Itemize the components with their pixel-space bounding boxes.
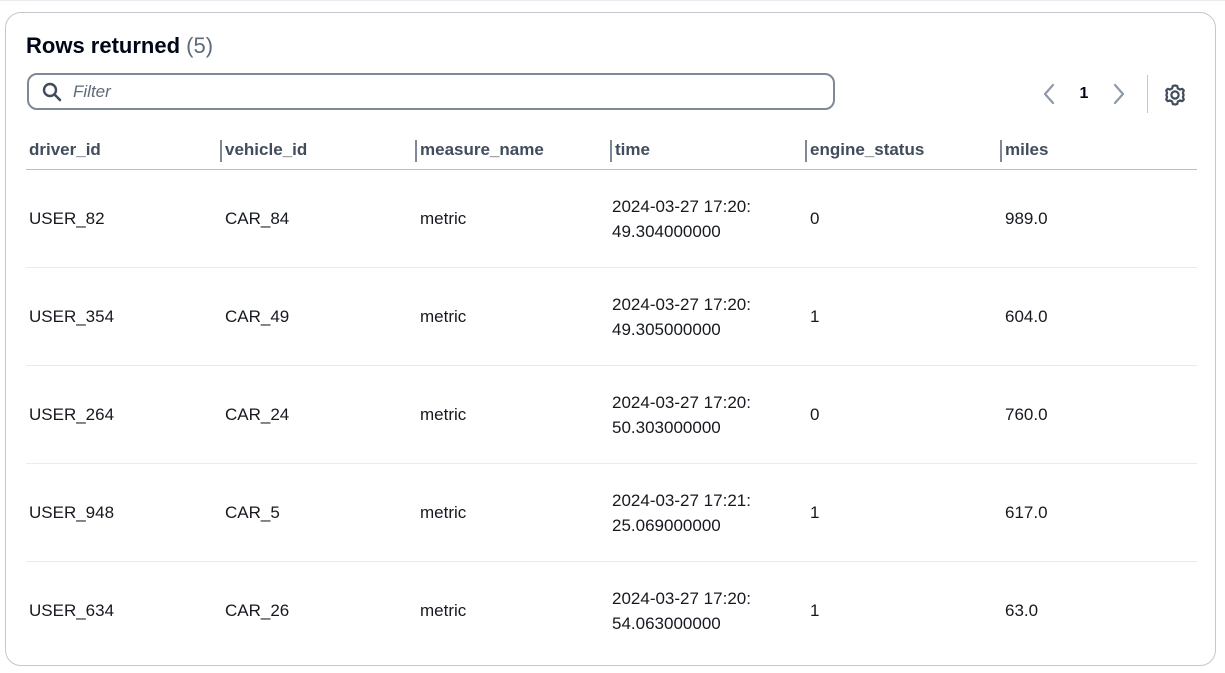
cell-time: 2024-03-27 17:20:49.305000000 (612, 267, 807, 366)
chevron-right-icon (1113, 83, 1125, 105)
column-header-engine-status[interactable]: engine_status (807, 131, 1002, 170)
table-row: USER_948 CAR_5 metric 2024-03-27 17:21:2… (26, 463, 1197, 562)
column-header-miles[interactable]: miles (1002, 131, 1197, 170)
page-number-button[interactable]: 1 (1062, 85, 1106, 103)
results-panel: Rows returned (5) 1 (5, 12, 1216, 666)
cell-engine-status: 1 (807, 463, 1002, 562)
filter-input[interactable] (73, 76, 833, 107)
cell-measure-name: metric (417, 365, 612, 464)
cell-measure-name: metric (420, 601, 467, 620)
cell-driver-id: USER_948 (26, 463, 222, 562)
cell-engine-status: 0 (807, 169, 1002, 268)
results-table: driver_id vehicle_id measure_name time e… (26, 131, 1197, 659)
cell-time: 2024-03-27 17:20:49.304000000 (612, 169, 807, 268)
cell-vehicle-id: CAR_84 (222, 169, 417, 268)
cell-vehicle-id: CAR_5 (222, 463, 417, 562)
row-count: (5) (186, 33, 214, 58)
cell-time: 2024-03-27 17:21:25.069000000 (612, 463, 807, 562)
table-row: USER_264 CAR_24 metric 2024-03-27 17:20:… (26, 365, 1197, 464)
preferences-button[interactable] (1162, 82, 1188, 108)
cell-driver-id: USER_634 (29, 601, 115, 620)
pager-divider (1147, 75, 1148, 113)
next-page-button[interactable] (1106, 81, 1132, 107)
gear-icon (1165, 84, 1185, 106)
cell-time: 2024-03-27 17:20:50.303000000 (612, 365, 807, 464)
cell-engine-status: 1 (807, 267, 1002, 366)
cell-miles: 604.0 (1002, 267, 1197, 366)
pagination: 1 (1036, 79, 1132, 109)
cell-measure-name: metric (417, 169, 612, 268)
cell-driver-id: USER_82 (26, 169, 222, 268)
cell-miles: 63.0 (1005, 601, 1039, 620)
cell-engine-status: 0 (807, 365, 1002, 464)
cell-driver-id: USER_264 (26, 365, 222, 464)
table-row: USER_634 CAR_26 metric 2024-03-27 17:20:… (26, 562, 1197, 660)
column-header-measure-name[interactable]: measure_name (417, 131, 612, 170)
cell-time: 2024-03-27 17:20:54.063000000 (612, 588, 751, 633)
table-row: USER_82 CAR_84 metric 2024-03-27 17:20:4… (26, 169, 1197, 268)
chevron-left-icon (1043, 83, 1055, 105)
column-header-time[interactable]: time (612, 131, 807, 170)
column-header-vehicle-id[interactable]: vehicle_id (222, 131, 417, 170)
filter-box[interactable] (27, 73, 835, 110)
cell-measure-name: metric (417, 267, 612, 366)
table-header-row: driver_id vehicle_id measure_name time e… (26, 131, 1197, 170)
cell-miles: 760.0 (1002, 365, 1197, 464)
cell-vehicle-id: CAR_26 (225, 601, 290, 620)
cell-vehicle-id: CAR_24 (222, 365, 417, 464)
cell-driver-id: USER_354 (26, 267, 222, 366)
panel-header: Rows returned (5) (26, 33, 213, 59)
cell-miles: 989.0 (1002, 169, 1197, 268)
panel-title: Rows returned (26, 33, 181, 58)
cell-miles: 617.0 (1002, 463, 1197, 562)
search-icon (41, 81, 63, 103)
top-border-line (0, 0, 1225, 1)
cell-engine-status: 1 (810, 601, 820, 620)
cell-measure-name: metric (417, 463, 612, 562)
cell-vehicle-id: CAR_49 (222, 267, 417, 366)
previous-page-button[interactable] (1036, 81, 1062, 107)
column-header-driver-id[interactable]: driver_id (26, 131, 222, 170)
table-row: USER_354 CAR_49 metric 2024-03-27 17:20:… (26, 267, 1197, 366)
